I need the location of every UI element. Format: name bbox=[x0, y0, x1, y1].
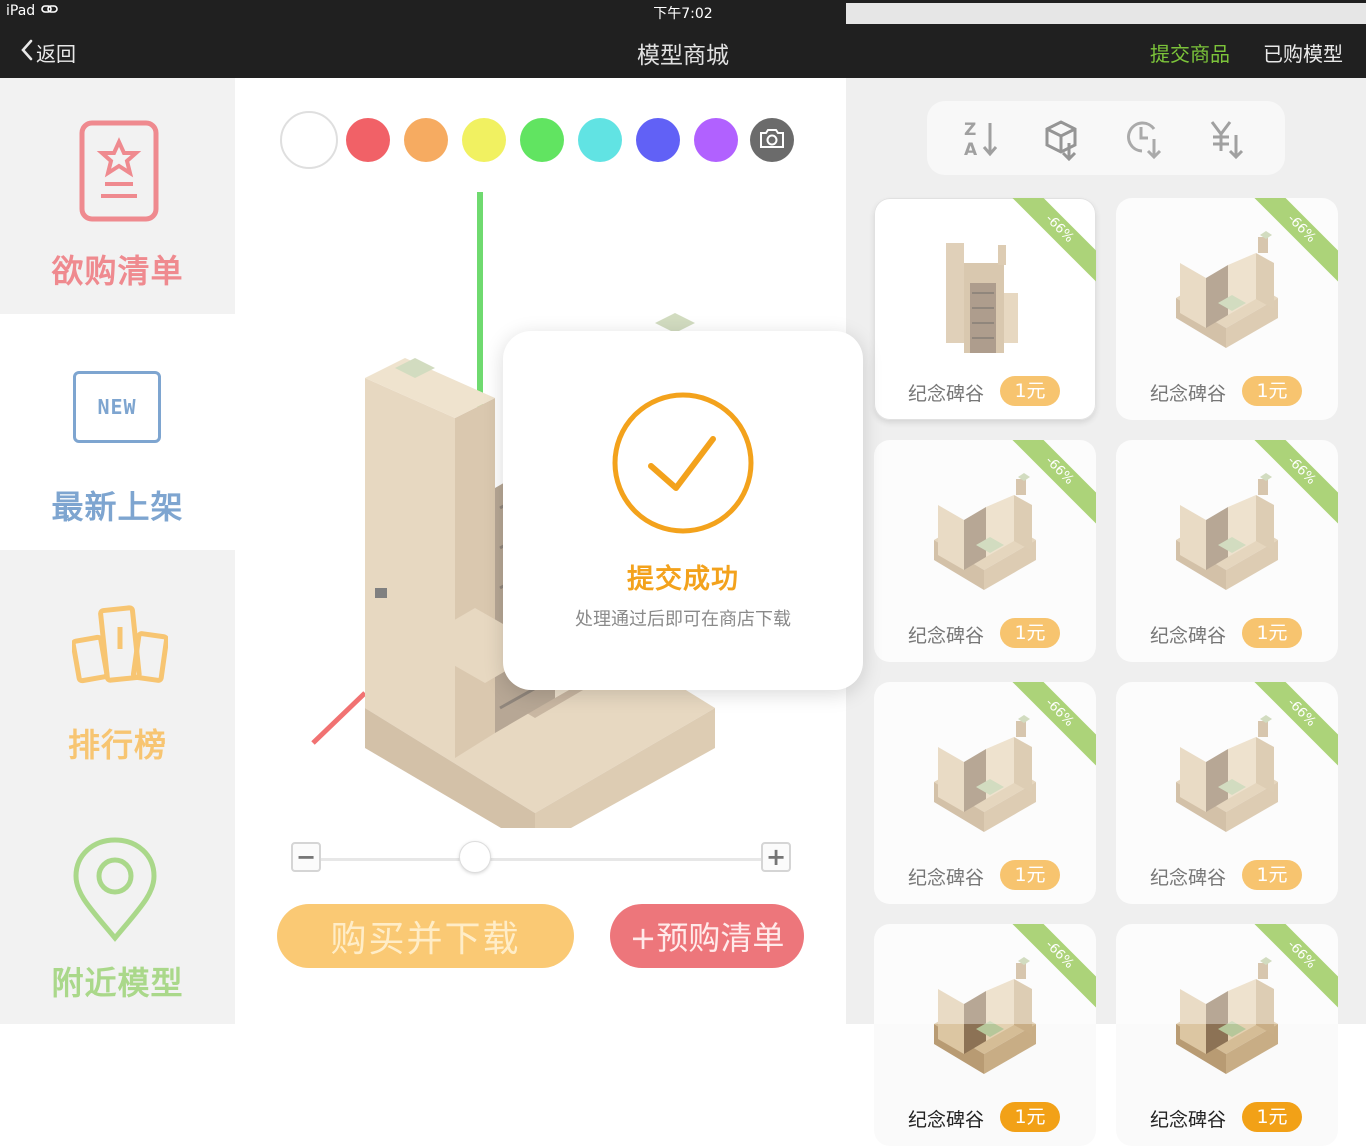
success-dialog: 提交成功 处理通过后即可在商店下载 bbox=[503, 331, 863, 690]
price-badge[interactable]: 1元 bbox=[1000, 1102, 1060, 1132]
dialog-message: 处理通过后即可在商店下载 bbox=[575, 609, 791, 630]
nav-bar: 返回 模型商城 提交商品 已购模型 bbox=[0, 24, 1366, 78]
submit-product-button[interactable]: 提交商品 bbox=[1150, 38, 1230, 67]
chevron-left-icon bbox=[20, 39, 34, 66]
purchased-models-button[interactable]: 已购模型 bbox=[1263, 38, 1343, 67]
price-badge[interactable]: 1元 bbox=[1242, 1102, 1302, 1132]
back-label: 返回 bbox=[36, 42, 76, 66]
product-name: 纪念碑谷 bbox=[908, 1109, 985, 1131]
success-check-icon bbox=[611, 391, 755, 539]
back-button[interactable]: 返回 bbox=[20, 38, 76, 67]
dialog-title: 提交成功 bbox=[627, 564, 739, 595]
status-bar: iPad 下午7:02 bbox=[0, 0, 1366, 949]
product-name: 纪念碑谷 bbox=[1150, 1109, 1227, 1131]
